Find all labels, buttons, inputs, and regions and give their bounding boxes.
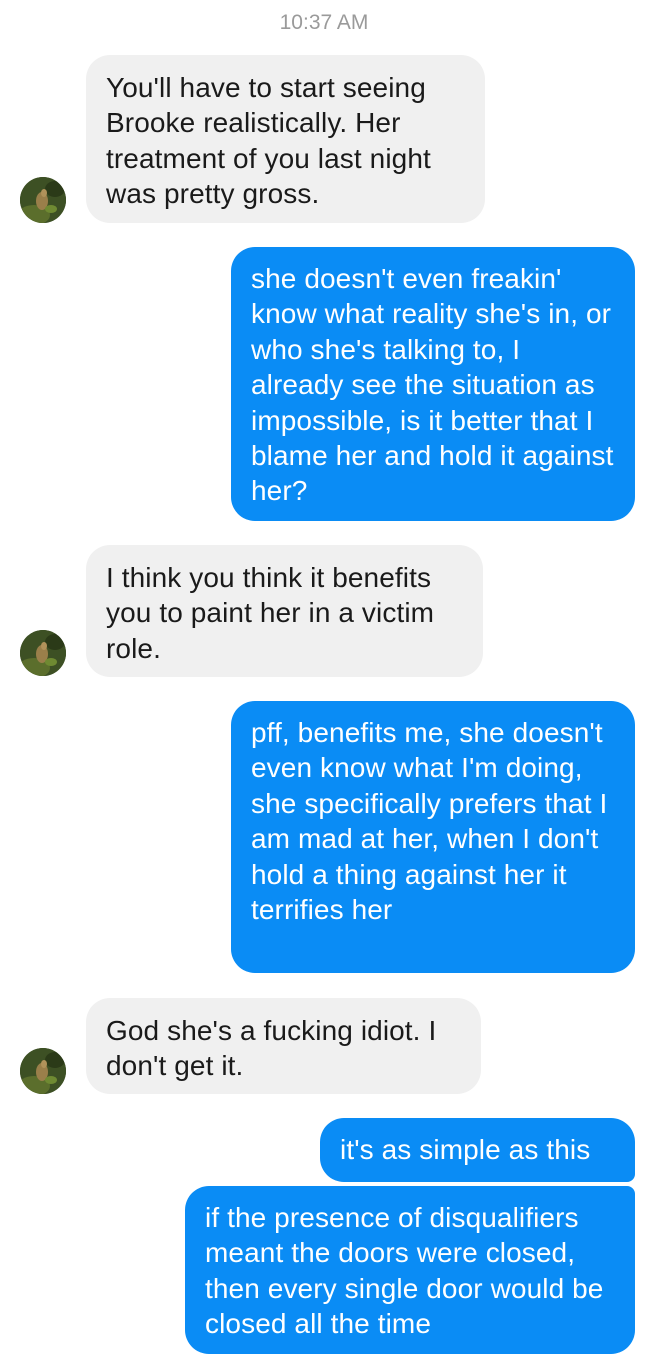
message-text: she doesn't even freakin' know what real… — [251, 263, 614, 507]
incoming-message-bubble[interactable]: I think you think it benefits you to pai… — [86, 545, 483, 677]
incoming-message-bubble[interactable]: God she's a fucking idiot. I don't get i… — [86, 998, 481, 1094]
message-text: if the presence of disqualifiers meant t… — [205, 1202, 604, 1340]
outgoing-message-bubble[interactable]: pff, benefits me, she doesn't even know … — [231, 701, 635, 973]
contact-avatar-icon[interactable] — [20, 177, 66, 223]
outgoing-message-bubble[interactable]: it's as simple as this — [320, 1118, 635, 1182]
contact-avatar-icon[interactable] — [20, 1048, 66, 1094]
message-text: it's as simple as this — [340, 1134, 591, 1165]
outgoing-message-bubble[interactable]: she doesn't even freakin' know what real… — [231, 247, 635, 521]
incoming-message-bubble[interactable]: You'll have to start seeing Brooke reali… — [86, 55, 485, 223]
message-text: You'll have to start seeing Brooke reali… — [106, 72, 431, 210]
message-timestamp: 10:37 AM — [279, 11, 369, 34]
message-text: pff, benefits me, she doesn't even know … — [251, 717, 608, 926]
outgoing-message-bubble[interactable]: if the presence of disqualifiers meant t… — [185, 1186, 635, 1354]
message-text: God she's a fucking idiot. I don't get i… — [106, 1015, 437, 1082]
message-text: I think you think it benefits you to pai… — [106, 562, 435, 664]
contact-avatar-icon[interactable] — [20, 630, 66, 676]
